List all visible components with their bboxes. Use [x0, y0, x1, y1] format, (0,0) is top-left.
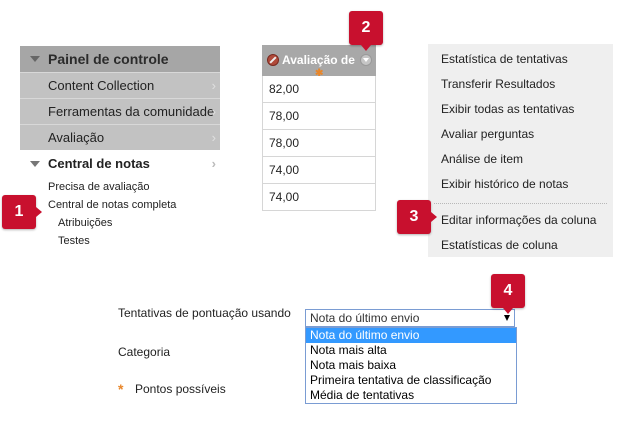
section-label: Central de notas [48, 156, 150, 171]
chevron-right-icon: › [211, 156, 216, 171]
option-lowest-grade[interactable]: Nota mais baixa [306, 358, 516, 373]
control-panel-title: Painel de controle [48, 51, 169, 67]
grade-cell[interactable]: 78,00 [262, 130, 376, 157]
option-average-attempts[interactable]: Média de tentativas [306, 388, 516, 403]
menu-divider [434, 203, 607, 204]
section-grade-center[interactable]: Central de notas › [20, 150, 220, 178]
link-tests[interactable]: Testes [20, 232, 220, 250]
points-possible-label: Pontos possíveis [135, 382, 226, 396]
callout-badge-4: 4 [491, 274, 525, 314]
callout-number: 2 [361, 19, 371, 36]
panel-item-label: Ferramentas da comunidade [48, 104, 215, 119]
select-current-value: Nota do último envio [310, 311, 420, 325]
needs-grading-star-icon: ✱ [315, 68, 324, 77]
menu-item-edit-column-info[interactable]: Editar informações da coluna [428, 208, 613, 233]
panel-item-content-collection[interactable]: Content Collection › [20, 72, 220, 98]
score-attempts-options: Nota do último envio Nota mais alta Nota… [305, 327, 517, 404]
required-asterisk-icon: * [118, 381, 124, 397]
dropdown-arrow-icon [504, 315, 510, 321]
menu-item-grade-history[interactable]: Exibir histórico de notas [428, 172, 613, 197]
callout-badge-2: 2 [349, 11, 383, 51]
link-full-grade-center[interactable]: Central de notas completa [20, 196, 220, 214]
callout-pointer [361, 45, 371, 51]
chevron-right-icon: › [211, 78, 216, 93]
collapse-triangle-icon [30, 56, 40, 62]
link-needs-grading[interactable]: Precisa de avaliação [20, 178, 220, 196]
chevron-right-icon: › [211, 104, 216, 119]
column-menu-chevron-icon[interactable] [360, 54, 372, 66]
callout-number: 1 [14, 203, 24, 220]
chevron-right-icon: › [211, 130, 216, 145]
callout-pointer [503, 308, 513, 314]
option-last-submission[interactable]: Nota do último envio [306, 328, 516, 343]
grade-column-header[interactable]: Avaliação de ✱ [262, 45, 376, 76]
menu-item-column-statistics[interactable]: Estatísticas de coluna [428, 233, 613, 258]
category-label: Categoria [118, 345, 171, 359]
grade-cell[interactable]: 78,00 [262, 103, 376, 130]
callout-badge-3: 3 [397, 200, 437, 234]
option-highest-grade[interactable]: Nota mais alta [306, 343, 516, 358]
grade-cell[interactable]: 74,00 [262, 157, 376, 184]
no-entry-icon [267, 54, 279, 66]
menu-item-view-all-attempts[interactable]: Exibir todas as tentativas [428, 97, 613, 122]
grade-column: Avaliação de ✱ 82,00 78,00 78,00 74,00 7… [262, 45, 376, 211]
control-panel: Painel de controle Content Collection › … [20, 46, 220, 250]
grade-cell[interactable]: 82,00 [262, 76, 376, 103]
expand-triangle-icon [30, 161, 40, 167]
panel-item-label: Avaliação [48, 130, 105, 145]
option-first-graded-attempt[interactable]: Primeira tentativa de classificação [306, 373, 516, 388]
panel-item-evaluation[interactable]: Avaliação › [20, 124, 220, 150]
grade-cell[interactable]: 74,00 [262, 184, 376, 211]
score-attempts-label: Tentativas de pontuação usando [118, 306, 291, 320]
column-context-menu: Estatística de tentativas Transferir Res… [428, 44, 613, 257]
callout-number: 4 [503, 282, 513, 299]
menu-item-transfer-results[interactable]: Transferir Resultados [428, 72, 613, 97]
callout-badge-1: 1 [2, 195, 42, 229]
score-attempts-select[interactable]: Nota do último envio [305, 309, 515, 327]
callout-number: 3 [409, 208, 419, 225]
panel-item-label: Content Collection [48, 78, 155, 93]
callout-pointer [36, 207, 42, 217]
callout-pointer [431, 212, 437, 222]
menu-item-grade-questions[interactable]: Avaliar perguntas [428, 122, 613, 147]
grade-column-title: Avaliação de [282, 53, 355, 67]
menu-item-attempt-statistics[interactable]: Estatística de tentativas [428, 47, 613, 72]
control-panel-header[interactable]: Painel de controle [20, 46, 220, 72]
menu-item-item-analysis[interactable]: Análise de item [428, 147, 613, 172]
panel-item-community-tools[interactable]: Ferramentas da comunidade › [20, 98, 220, 124]
link-assignments[interactable]: Atribuições [20, 214, 220, 232]
